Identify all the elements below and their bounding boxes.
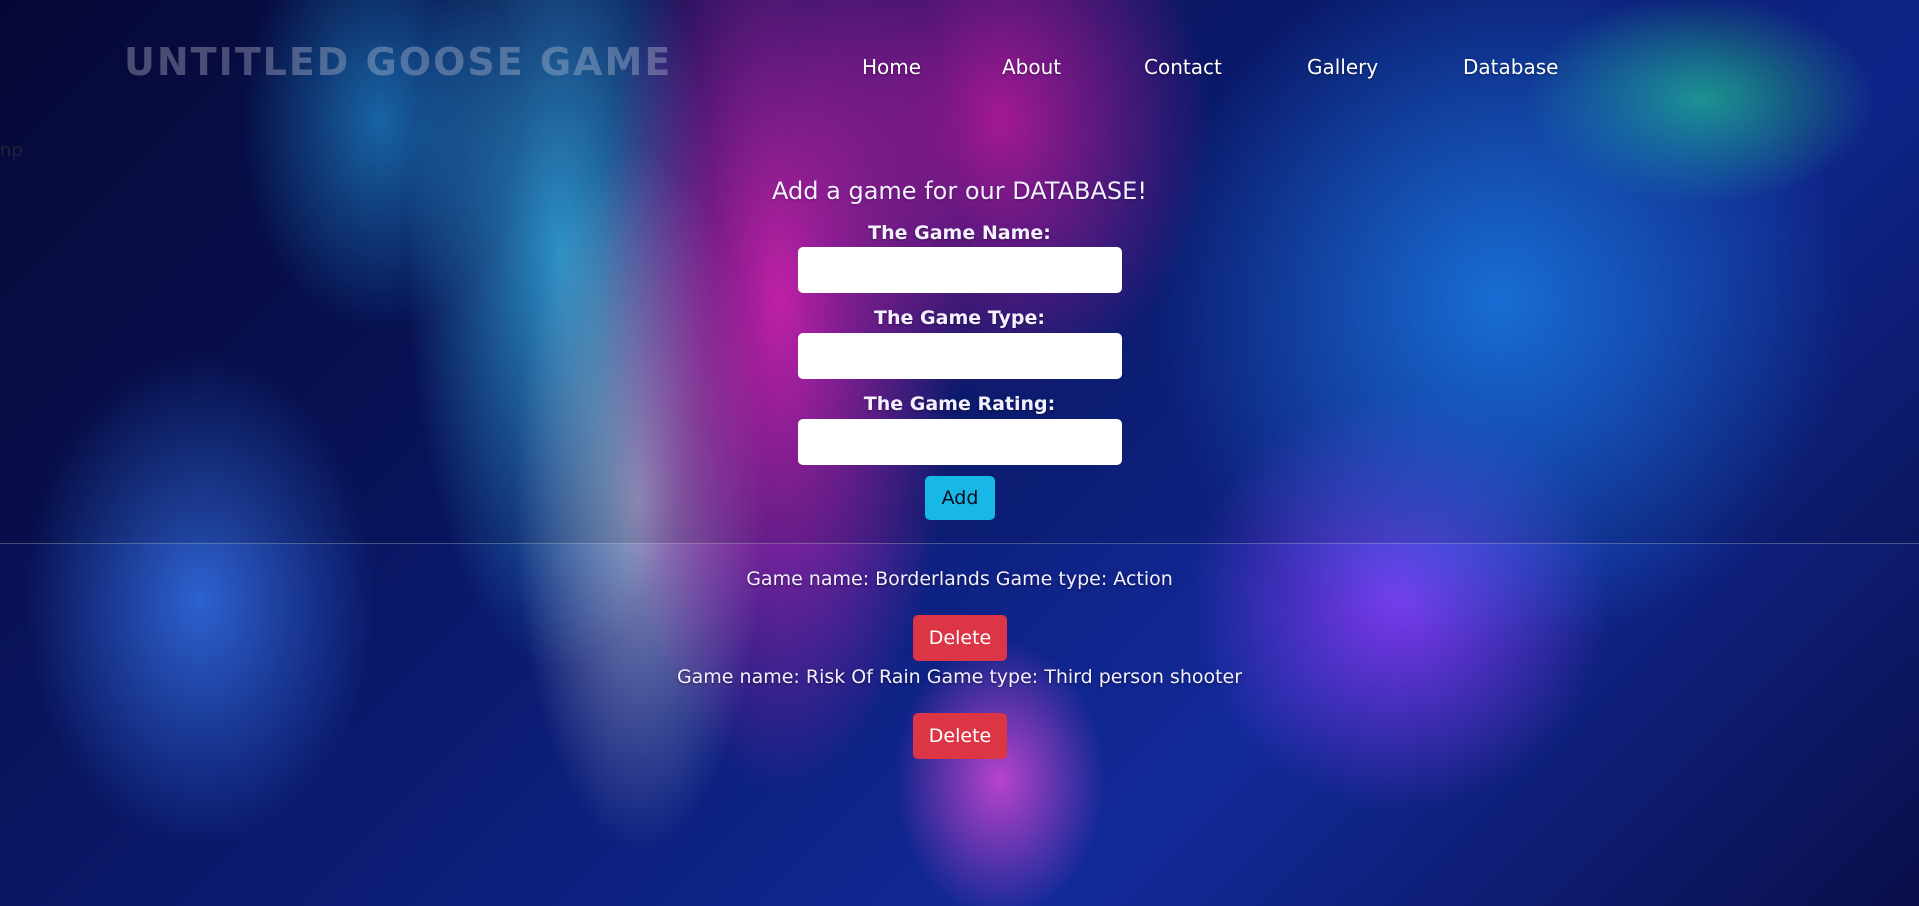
delete-button[interactable]: Delete	[913, 615, 1007, 661]
nav-link-home[interactable]: Home	[862, 55, 921, 79]
game-entry: Game name: Borderlands Game type: Action	[746, 568, 1173, 590]
nav-link-about[interactable]: About	[1002, 55, 1061, 79]
game-type-input[interactable]	[798, 333, 1122, 379]
nav-link-contact[interactable]: Contact	[1144, 55, 1222, 79]
delete-button[interactable]: Delete	[913, 713, 1007, 759]
game-name-label: The Game Name:	[868, 222, 1051, 244]
game-rating-label: The Game Rating:	[863, 393, 1056, 415]
main-nav: Home About Contact Gallery Database	[0, 55, 1919, 85]
stray-text: np	[0, 140, 23, 161]
game-type-label: The Game Type:	[874, 307, 1045, 329]
game-name-input[interactable]	[798, 247, 1122, 293]
game-rating-input[interactable]	[798, 419, 1122, 465]
game-entry: Game name: Risk Of Rain Game type: Third…	[676, 666, 1243, 688]
page-background: UNTITLED GOOSE GAME np Home About Contac…	[0, 0, 1919, 906]
form-heading: Add a game for our DATABASE!	[772, 177, 1147, 205]
nav-link-gallery[interactable]: Gallery	[1307, 55, 1378, 79]
add-button[interactable]: Add	[925, 476, 995, 520]
nav-link-database[interactable]: Database	[1463, 55, 1558, 79]
